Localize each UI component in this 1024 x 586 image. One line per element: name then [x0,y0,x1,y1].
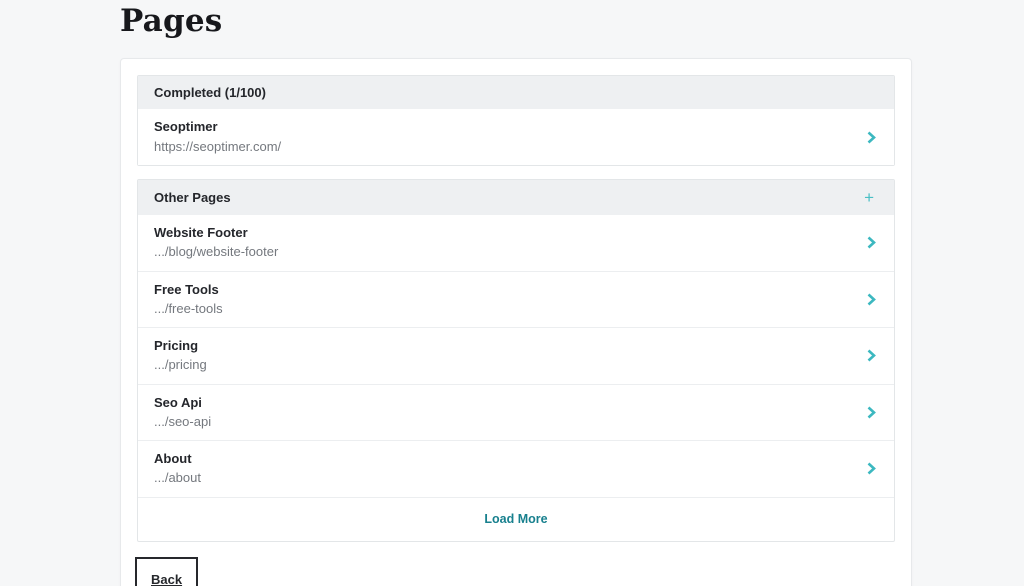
row-text: Website Footer .../blog/website-footer [154,225,278,261]
chevron-right-icon[interactable] [867,349,878,362]
row-text: Seo Api .../seo-api [154,395,211,431]
pages-card: Completed (1/100) Seoptimer https://seop… [120,58,912,586]
chevron-right-icon[interactable] [867,462,878,475]
back-button[interactable]: Back [135,557,198,586]
row-text: Pricing .../pricing [154,338,207,374]
page-row-url: .../free-tools [154,301,223,317]
page-row-title: Pricing [154,338,207,354]
page-row-url: .../about [154,470,201,486]
page-title: Pages [120,4,912,38]
page-row-pricing[interactable]: Pricing .../pricing [138,328,894,385]
chevron-right-icon[interactable] [867,236,878,249]
load-more-container: Load More [138,498,894,541]
page-row-title: Seo Api [154,395,211,411]
row-text: Seoptimer https://seoptimer.com/ [154,119,281,155]
chevron-right-icon[interactable] [867,131,878,144]
page-row-website-footer[interactable]: Website Footer .../blog/website-footer [138,215,894,272]
page-row-title: Website Footer [154,225,278,241]
page-content: Pages Completed (1/100) Seoptimer https:… [120,0,912,586]
page-row-url: https://seoptimer.com/ [154,139,281,155]
page-row-url: .../seo-api [154,414,211,430]
completed-section-header: Completed (1/100) [138,76,894,109]
page-row-seoptimer[interactable]: Seoptimer https://seoptimer.com/ [138,109,894,165]
page-row-title: Free Tools [154,282,223,298]
other-pages-section: Other Pages + Website Footer .../blog/we… [137,179,895,542]
page-row-free-tools[interactable]: Free Tools .../free-tools [138,272,894,329]
other-pages-section-title: Other Pages [154,190,231,205]
chevron-right-icon[interactable] [867,293,878,306]
row-text: Free Tools .../free-tools [154,282,223,318]
load-more-button[interactable]: Load More [484,512,547,526]
chevron-right-icon[interactable] [867,406,878,419]
plus-icon[interactable]: + [864,189,878,206]
page-row-url: .../pricing [154,357,207,373]
other-pages-section-header: Other Pages + [138,180,894,215]
page-row-about[interactable]: About .../about [138,441,894,498]
page-row-title: Seoptimer [154,119,281,135]
page-row-title: About [154,451,201,467]
row-text: About .../about [154,451,201,487]
completed-section: Completed (1/100) Seoptimer https://seop… [137,75,895,166]
completed-section-title: Completed (1/100) [154,85,266,100]
page-row-url: .../blog/website-footer [154,244,278,260]
page-row-seo-api[interactable]: Seo Api .../seo-api [138,385,894,442]
